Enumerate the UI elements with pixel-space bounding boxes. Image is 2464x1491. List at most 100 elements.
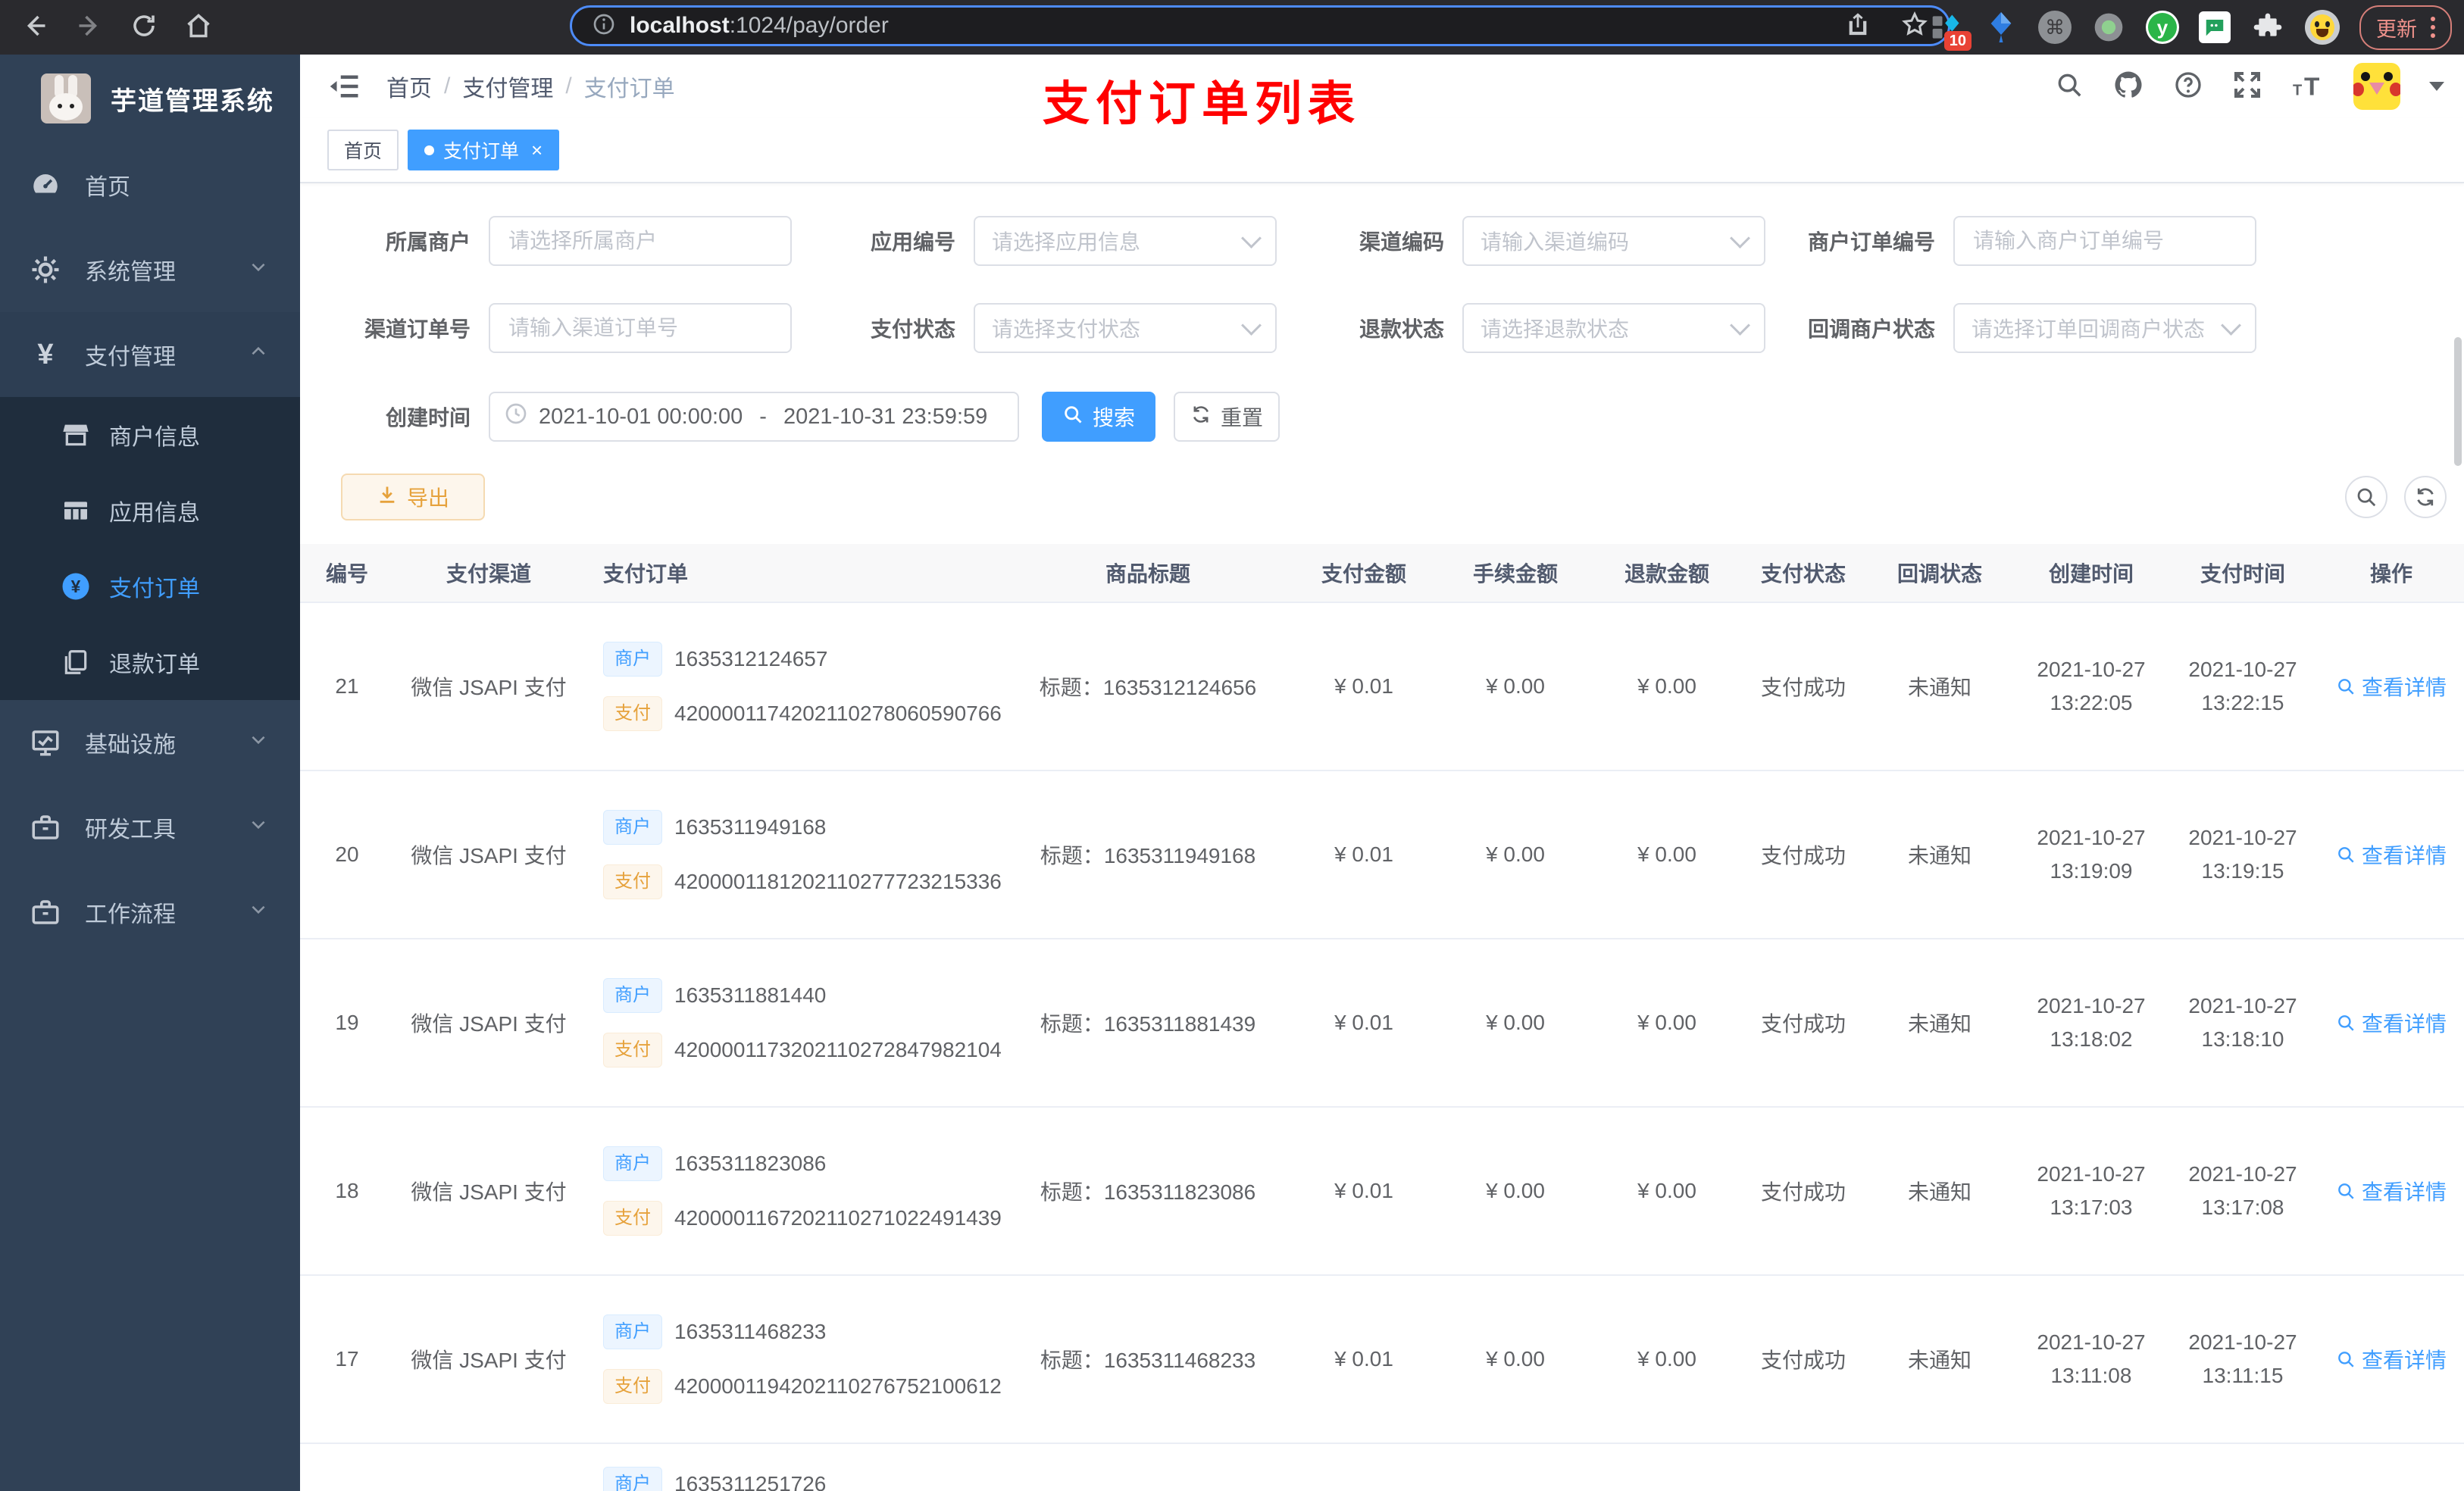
search-icon[interactable] xyxy=(2055,70,2084,103)
reload-icon[interactable] xyxy=(130,12,158,43)
merchant-input[interactable] xyxy=(489,216,792,266)
view-detail-link[interactable]: 查看详情 xyxy=(2336,1176,2447,1206)
back-icon[interactable] xyxy=(21,12,48,43)
close-tab-icon[interactable]: × xyxy=(531,140,543,160)
view-detail-link[interactable]: 查看详情 xyxy=(2336,839,2447,870)
download-icon xyxy=(377,484,398,511)
pay-order-no: 4200001173202110272847982104 xyxy=(674,1038,1002,1061)
yen-icon: ¥ xyxy=(37,339,54,370)
tab-pay-order[interactable]: 支付订单 × xyxy=(408,130,560,170)
share-icon[interactable] xyxy=(1845,11,1871,41)
channel-code-select[interactable]: 请输入渠道编码 xyxy=(1462,216,1765,266)
cell-pay-time: 2021-10-27 13:18:10 xyxy=(2188,994,2297,1051)
view-detail-link[interactable]: 查看详情 xyxy=(2336,671,2447,702)
sidebar-item-infrastructure[interactable]: 基础设施 xyxy=(0,700,300,785)
reset-button[interactable]: 重置 xyxy=(1174,392,1280,442)
merchant-tag: 商户 xyxy=(603,1146,662,1181)
site-info-icon[interactable] xyxy=(592,12,616,40)
search-button[interactable]: 搜索 xyxy=(1042,392,1155,442)
pay-tag: 支付 xyxy=(603,1201,662,1236)
cell-refund: ¥ 0.00 xyxy=(1637,842,1696,866)
extension-command-icon[interactable]: ⌘ xyxy=(2038,11,2072,44)
extension-y-icon[interactable]: y xyxy=(2146,11,2179,44)
app-label: 应用编号 xyxy=(870,230,955,254)
sidebar-item-home[interactable]: 首页 xyxy=(0,142,300,227)
sidebar-item-pay-order[interactable]: ¥ 支付订单 xyxy=(0,549,300,624)
merchant-order-no-input[interactable] xyxy=(1953,216,2256,266)
merchant-order-no-input-field[interactable] xyxy=(1972,228,2238,254)
sidebar-item-merchant-info[interactable]: 商户信息 xyxy=(0,397,300,473)
cell-notify-status: 未通知 xyxy=(1907,1349,1972,1372)
sidebar-item-dev-tools[interactable]: 研发工具 xyxy=(0,785,300,870)
cell-order: 商户 1635312124657 支付 42000011742021102780… xyxy=(583,642,1008,731)
chevron-down-icon xyxy=(1241,314,1262,336)
dashboard-icon xyxy=(27,169,64,201)
extension-diamond-icon[interactable]: 10 xyxy=(1929,10,1972,51)
sidebar-item-system[interactable]: 系统管理 xyxy=(0,227,300,312)
breadcrumb-home[interactable]: 首页 xyxy=(386,70,432,103)
create-time-range-input[interactable]: 2021-10-01 00:00:00 - 2021-10-31 23:59:5… xyxy=(489,392,1019,442)
sidebar-item-refund-order[interactable]: 退款订单 xyxy=(0,624,300,700)
callback-status-select[interactable]: 请选择订单回调商户状态 xyxy=(1953,303,2256,353)
extensions-puzzle-icon[interactable] xyxy=(2250,10,2285,45)
tags-view-bar: 首页 支付订单 × xyxy=(300,118,2464,183)
sidebar-collapse-icon[interactable] xyxy=(329,70,361,102)
sidebar: 芋道管理系统 首页 系统管理 ¥ 支付管理 商户信息 应用信息 ¥ 支付订单 退… xyxy=(0,55,300,1491)
page: localhost:1024/pay/order 10 ⌘ y 更新 芋道管理系… xyxy=(0,0,2464,1491)
channel-order-no-input[interactable] xyxy=(489,303,792,353)
merchant-tag: 商户 xyxy=(603,978,662,1013)
col-pay-status: 支付状态 xyxy=(1760,562,1846,586)
extension-chat-icon[interactable] xyxy=(2199,11,2231,43)
extension-kite-icon[interactable] xyxy=(1984,10,2018,45)
channel-order-no-input-field[interactable] xyxy=(507,315,774,341)
cell-title: 标题：1635311881439 xyxy=(1040,1012,1256,1036)
pay-status-select[interactable]: 请选择支付状态 xyxy=(974,303,1277,353)
avatar-caret-icon[interactable] xyxy=(2429,82,2444,91)
table-body: 21 微信 JSAPI 支付 商户 1635312124657 支付 42000… xyxy=(300,603,2464,1444)
sidebar-submenu-payment: 商户信息 应用信息 ¥ 支付订单 退款订单 xyxy=(0,397,300,700)
cell-amount: ¥ 0.01 xyxy=(1334,674,1393,698)
cell-channel: 微信 JSAPI 支付 xyxy=(411,676,567,699)
profile-avatar-icon[interactable] xyxy=(2305,10,2340,45)
export-button[interactable]: 导出 xyxy=(341,474,485,520)
merchant-order-no-label: 商户订单编号 xyxy=(1807,230,1935,254)
view-detail-link[interactable]: 查看详情 xyxy=(2336,1008,2447,1038)
col-notify-status: 回调状态 xyxy=(1896,562,1982,586)
cell-channel: 微信 JSAPI 支付 xyxy=(411,844,567,867)
bookmark-star-icon[interactable] xyxy=(1901,11,1928,42)
cell-fee: ¥ 0.00 xyxy=(1486,1179,1545,1202)
magnifier-icon xyxy=(2338,847,2354,863)
url-bar[interactable]: localhost:1024/pay/order xyxy=(570,5,1950,46)
toggle-search-button[interactable] xyxy=(2345,476,2387,518)
cell-pay-status: 支付成功 xyxy=(1760,1349,1846,1372)
home-icon[interactable] xyxy=(185,12,212,43)
tab-home[interactable]: 首页 xyxy=(327,130,399,170)
breadcrumb-section[interactable]: 支付管理 xyxy=(462,70,553,103)
view-detail-link[interactable]: 查看详情 xyxy=(2336,1344,2447,1374)
font-size-icon[interactable]: TT xyxy=(2291,70,2325,104)
refund-status-select[interactable]: 请选择退款状态 xyxy=(1462,303,1765,353)
shop-icon xyxy=(59,420,92,450)
browser-menu-icon[interactable] xyxy=(2431,17,2435,38)
page-scrollbar-thumb[interactable] xyxy=(2454,337,2462,466)
refresh-table-button[interactable] xyxy=(2404,476,2447,518)
user-avatar[interactable] xyxy=(2353,63,2400,110)
forward-icon[interactable] xyxy=(76,12,103,43)
sidebar-item-app-info[interactable]: 应用信息 xyxy=(0,473,300,549)
app-logo[interactable]: 芋道管理系统 xyxy=(0,55,300,142)
help-icon[interactable] xyxy=(2173,70,2203,104)
cell-action: 查看详情 xyxy=(2319,839,2464,870)
github-icon[interactable] xyxy=(2112,69,2144,105)
merchant-input-field[interactable] xyxy=(507,228,774,254)
monitor-chart-icon xyxy=(27,727,64,758)
sidebar-item-workflow[interactable]: 工作流程 xyxy=(0,870,300,955)
fullscreen-icon[interactable] xyxy=(2232,70,2262,104)
col-amount: 支付金额 xyxy=(1321,562,1406,586)
breadcrumb-current: 支付订单 xyxy=(583,77,675,102)
app-select[interactable]: 请选择应用信息 xyxy=(974,216,1277,266)
table-row: 17 微信 JSAPI 支付 商户 1635311468233 支付 42000… xyxy=(300,1276,2464,1444)
sidebar-item-payment[interactable]: ¥ 支付管理 xyxy=(0,312,300,397)
extension-dot-circle-icon[interactable] xyxy=(2091,10,2126,45)
merchant-order-no: 1635311251726 xyxy=(674,1472,827,1491)
browser-update-button[interactable]: 更新 xyxy=(2359,5,2452,50)
